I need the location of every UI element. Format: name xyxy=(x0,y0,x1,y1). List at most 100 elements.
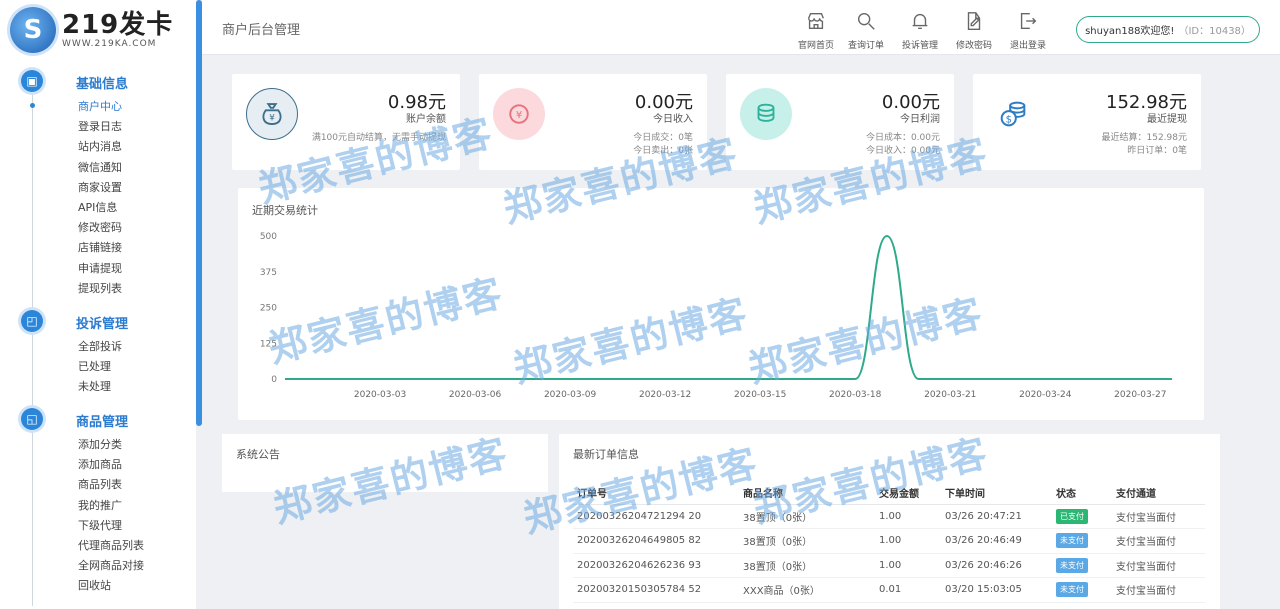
stat-card-today-profit: 0.00元 今日利润 今日成本：0.00元 今日收入：0.00元 xyxy=(726,74,954,170)
col-order-time: 下单时间 xyxy=(941,482,1052,505)
y-tick-label: 375 xyxy=(260,268,277,278)
stat-card-recent-withdraw: $ 152.98元 最近提现 最近结算：152.98元 昨日订单：0笔 xyxy=(973,74,1201,170)
order-cell: 38置顶（0张） xyxy=(739,528,875,554)
order-cell: 03/26 20:46:49 xyxy=(941,528,1052,554)
coins-icon xyxy=(740,88,792,140)
stat-sub: 今日成本：0.00元 xyxy=(865,133,940,143)
logo-mark-icon: S xyxy=(10,7,56,53)
sidebar-group-title[interactable]: 商品管理 xyxy=(76,411,128,430)
order-cell: 03/20 15:03:05 xyxy=(941,577,1052,603)
brand-domain: WWW.219KA.COM xyxy=(62,39,157,49)
sidebar-item[interactable]: 全网商品对接 xyxy=(78,557,144,573)
order-row[interactable]: 20200320150305784 52 XXX商品（0张） 0.01 03/20 1… xyxy=(573,577,1205,603)
order-cell: 38置顶（0张） xyxy=(739,553,875,578)
stat-card-balance: ¥ 0.98元 账户余额 满100元自动结算，无需手动提现 xyxy=(232,74,460,170)
home-site-button[interactable]: 官网首页 xyxy=(788,10,844,51)
sidebar-item[interactable]: 修改密码 xyxy=(78,219,122,235)
welcome-text: shuyan188欢迎您! xyxy=(1085,26,1175,37)
sidebar-item[interactable]: 代理商品列表 xyxy=(78,537,144,553)
order-cell: 1.00 xyxy=(875,504,941,529)
x-tick-label: 2020-03-03 xyxy=(354,390,406,400)
sidebar-item[interactable]: 全部投诉 xyxy=(78,338,122,354)
sidebar-item[interactable]: 未处理 xyxy=(78,378,111,394)
sidebar-item[interactable]: 回收站 xyxy=(78,577,111,593)
sidebar-item[interactable]: 我的推广 xyxy=(78,497,122,513)
x-tick-label: 2020-03-12 xyxy=(639,390,691,400)
order-status-cell: 未支付 xyxy=(1052,553,1112,578)
order-cell: 0.01 xyxy=(875,577,941,603)
latest-orders-card: 最新订单信息 订单号 商品名称 交易金额 下单时间 状态 支付通道 202003… xyxy=(559,434,1220,609)
stat-sub: 最近结算：152.98元 xyxy=(1101,133,1188,143)
sidebar-item[interactable]: 店铺链接 xyxy=(78,239,122,255)
system-notice-card: 系统公告 xyxy=(222,434,548,492)
sidebar-group-title[interactable]: 基础信息 xyxy=(76,73,128,92)
sidebar-group-line xyxy=(32,92,33,308)
stat-sub: 今日成交：0笔 xyxy=(633,133,693,143)
active-item-dot xyxy=(30,103,35,108)
sidebar-item[interactable]: API信息 xyxy=(78,199,117,215)
sidebar-item[interactable]: 站内消息 xyxy=(78,138,122,154)
stat-sub: 满100元自动结算，无需手动提现 xyxy=(311,133,446,143)
sidebar-item[interactable]: 添加分类 xyxy=(78,436,122,452)
x-tick-label: 2020-03-24 xyxy=(1019,390,1072,400)
sidebar-item[interactable]: 登录日志 xyxy=(78,118,122,134)
sidebar-group-line xyxy=(32,430,33,606)
sidebar-item[interactable]: 下级代理 xyxy=(78,517,122,533)
x-tick-label: 2020-03-18 xyxy=(829,390,882,400)
order-row[interactable]: 20200326204626236 93 38置顶（0张） 1.00 03/26 20… xyxy=(573,553,1205,578)
complaint-manage-button[interactable]: 投诉管理 xyxy=(892,10,948,51)
trade-stats-chart: 0 125 250 375 500 2020-03-03 2020-03-06 2020-03… xyxy=(260,232,1173,400)
stat-label: 账户余额 xyxy=(406,114,446,125)
sidebar-group-line xyxy=(32,332,33,407)
sidebar-group-title[interactable]: 投诉管理 xyxy=(76,313,128,332)
sidebar-scrollbar-thumb[interactable] xyxy=(196,0,202,426)
sidebar-item[interactable]: 申请提现 xyxy=(78,260,122,276)
income-icon: ¥ xyxy=(493,88,545,140)
stat-sub: 今日卖出：0张 xyxy=(633,146,693,156)
svg-text:¥: ¥ xyxy=(516,110,522,121)
x-tick-label: 2020-03-15 xyxy=(734,390,786,400)
bell-icon xyxy=(912,13,928,30)
order-cell: 03/26 20:46:26 xyxy=(941,553,1052,578)
complaint-icon: ◰ xyxy=(21,310,43,332)
sidebar-item[interactable]: 微信通知 xyxy=(78,159,122,175)
home-site-label: 官网首页 xyxy=(797,41,834,51)
sidebar: S 219发卡 WWW.219KA.COM ▣ 基础信息 商户中心 登录日志 站内消息微… xyxy=(0,0,196,609)
order-cell: 支付宝当面付 xyxy=(1112,553,1205,578)
notice-title: 系统公告 xyxy=(236,448,280,461)
orders-table: 订单号 商品名称 交易金额 下单时间 状态 支付通道 2020032620472… xyxy=(573,482,1205,603)
order-cell: 20200326204626236 93 xyxy=(573,553,739,578)
stat-label: 最近提现 xyxy=(1147,114,1187,125)
status-badge: 未支付 xyxy=(1056,533,1088,549)
sidebar-item[interactable]: 提现列表 xyxy=(78,280,122,296)
change-password-button[interactable]: 修改密码 xyxy=(946,10,1002,51)
logout-button[interactable]: 退出登录 xyxy=(1000,10,1056,51)
sidebar-item[interactable]: 已处理 xyxy=(78,358,111,374)
sidebar-item[interactable]: 添加商品 xyxy=(78,456,122,472)
query-order-button[interactable]: 查询订单 xyxy=(838,10,894,51)
order-row[interactable]: 20200326204721294 20 38置顶（0张） 1.00 03/26 20… xyxy=(573,504,1205,529)
user-welcome-badge[interactable]: shuyan188欢迎您! （ID：10438） xyxy=(1076,16,1260,43)
order-status-cell: 已支付 xyxy=(1052,504,1112,529)
svg-text:$: $ xyxy=(1006,115,1012,126)
x-tick-label: 2020-03-09 xyxy=(544,390,597,400)
change-password-label: 修改密码 xyxy=(955,41,992,51)
order-cell: 支付宝当面付 xyxy=(1112,528,1205,554)
order-cell: 1.00 xyxy=(875,553,941,578)
order-cell: 支付宝当面付 xyxy=(1112,577,1205,603)
order-row[interactable]: 20200326204649805 82 38置顶（0张） 1.00 03/26 20… xyxy=(573,528,1205,554)
order-status-cell: 未支付 xyxy=(1052,577,1112,603)
logo[interactable]: S 219发卡 WWW.219KA.COM xyxy=(10,5,190,55)
orders-header-row: 订单号 商品名称 交易金额 下单时间 状态 支付通道 xyxy=(573,482,1205,505)
sidebar-item[interactable]: 商家设置 xyxy=(78,179,122,195)
status-badge: 未支付 xyxy=(1056,557,1088,573)
sidebar-scrollbar[interactable] xyxy=(196,0,202,609)
trade-stats-chart-card: 近期交易统计 0 125 250 375 500 2020-03-03 2020-03-06… xyxy=(238,188,1204,420)
page-title: 商户后台管理 xyxy=(222,23,301,38)
stat-sub: 今日收入：0.00元 xyxy=(865,146,940,156)
complaint-manage-label: 投诉管理 xyxy=(901,41,938,51)
shop-icon xyxy=(807,12,824,30)
sidebar-item[interactable]: 商品列表 xyxy=(78,476,122,492)
sidebar-item[interactable]: 商户中心 xyxy=(78,98,122,114)
brand-name: 219发卡 xyxy=(62,10,174,40)
